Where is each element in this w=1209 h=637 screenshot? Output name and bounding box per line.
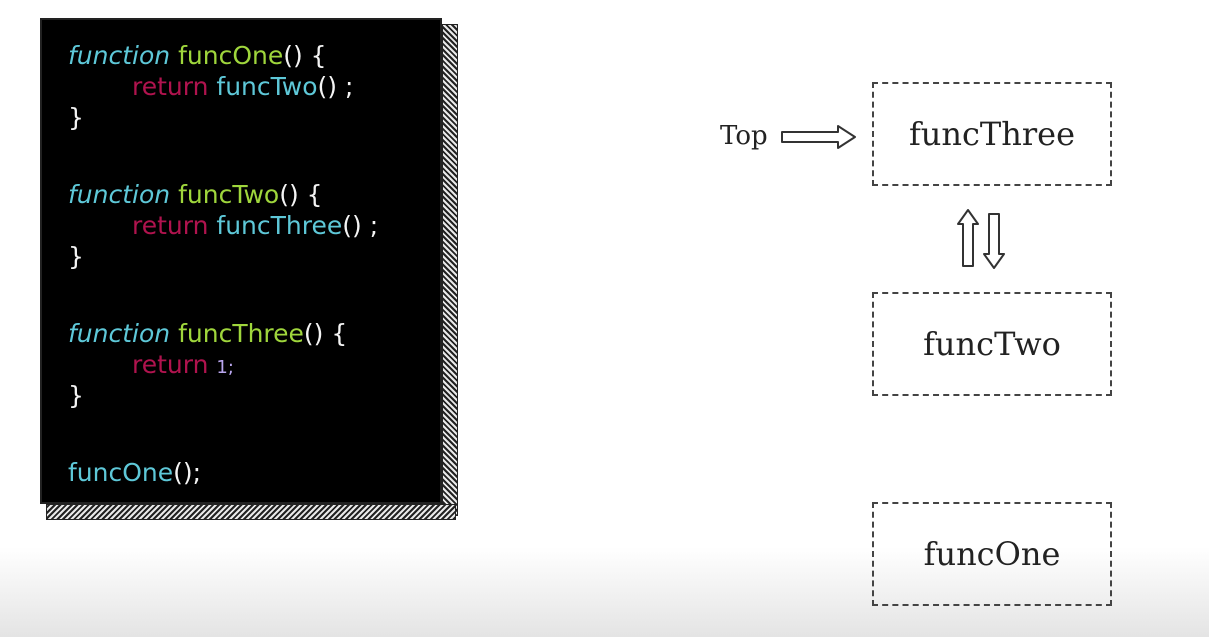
signature-tail: () { (279, 180, 323, 209)
code-line-func-two-decl: function funcTwo() { (68, 179, 440, 210)
keyword-return: return (132, 350, 209, 379)
function-name: funcOne (178, 41, 284, 70)
call-name: funcTwo (216, 72, 318, 101)
stack-frame-func-two: funcTwo (872, 292, 1112, 396)
keyword-function: function (68, 41, 171, 70)
signature-tail: () { (283, 41, 327, 70)
stack-frame-func-three: funcThree (872, 82, 1112, 186)
code-panel-shadow-bottom (46, 504, 456, 520)
keyword-return: return (132, 72, 209, 101)
top-arrow-icon (781, 125, 856, 149)
closing-brace: } (68, 381, 84, 410)
code-line-func-two-close: } (68, 241, 440, 272)
code-panel: function funcOne() { return funcTwo() ; … (40, 18, 442, 504)
code-line-func-three-return: return 1; (68, 349, 440, 380)
keyword-function: function (68, 319, 171, 348)
keyword-return: return (132, 211, 209, 240)
code-line-func-one-return: return funcTwo() ; (68, 71, 440, 102)
code-panel-shadow-right (442, 24, 458, 516)
invocation-tail: (); (173, 458, 202, 487)
stack-frame-func-one: funcOne (872, 502, 1112, 606)
function-name: funcTwo (178, 180, 280, 209)
function-name: funcThree (178, 319, 304, 348)
signature-tail: () { (303, 319, 348, 348)
code-line-func-one-decl: function funcOne() { (68, 40, 440, 71)
closing-brace: } (68, 103, 84, 132)
code-line-invocation: funcOne(); (68, 457, 440, 488)
code-line-func-one-close: } (68, 102, 440, 133)
return-value: 1; (216, 357, 234, 378)
code-line-func-three-close: } (68, 380, 440, 411)
call-tail: () ; (317, 72, 354, 101)
push-pop-arrows-icon (957, 209, 1005, 269)
call-name: funcThree (216, 211, 343, 240)
keyword-function: function (68, 180, 171, 209)
code-line-func-two-return: return funcThree() ; (68, 210, 440, 241)
code-panel-wrapper: function funcOne() { return funcTwo() ; … (40, 18, 458, 520)
code-line-func-three-decl: function funcThree() { (68, 318, 440, 349)
stack-top-label: Top (720, 121, 768, 151)
call-tail: () ; (342, 211, 379, 240)
invocation-name: funcOne (68, 458, 174, 487)
closing-brace: } (68, 242, 84, 271)
